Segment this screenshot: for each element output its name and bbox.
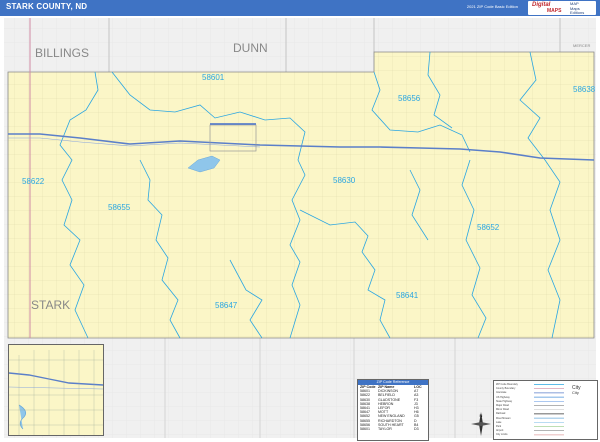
legend-item: Minor Road	[496, 408, 509, 412]
legend-item: State Highway	[496, 399, 513, 403]
legend-item: Interstate	[496, 391, 507, 395]
legend-item: River/Stream	[496, 416, 511, 420]
brand-logo[interactable]: Digital MAPS MAP Maps Editions	[528, 1, 596, 15]
legend-city-label-2: City	[572, 390, 579, 395]
zip-label-58655[interactable]: 58655	[108, 203, 131, 212]
zip-label-58630[interactable]: 58630	[333, 176, 356, 185]
county-label-dunn: DUNN	[233, 41, 268, 55]
logo-line-3: Editions	[570, 10, 585, 15]
legend-item: Park	[496, 425, 502, 428]
zip-label-58647[interactable]: 58647	[215, 301, 238, 310]
edition-label: 2021 ZIP Code Basic Edition	[466, 4, 518, 9]
map-legend: ZIP Code Boundary County Boundary Intersta…	[493, 380, 598, 440]
zip-cell-loc: D3	[414, 427, 419, 432]
legend-item: Lake	[496, 420, 502, 424]
legend-item: County Boundary	[496, 387, 516, 391]
page-title: STARK COUNTY, ND	[6, 2, 88, 11]
legend-item: Railroad	[496, 412, 506, 416]
zip-label-58656[interactable]: 58656	[398, 94, 421, 103]
zip-label-58601[interactable]: 58601	[202, 73, 225, 82]
table-row: 58601 TAYLOR D3	[358, 427, 428, 431]
compass-north-label: N	[480, 413, 483, 418]
logo-right-text: MAP Maps Editions	[570, 1, 585, 16]
zip-label-58638[interactable]: 58638	[573, 85, 596, 94]
legend-item: ZIP Code Boundary	[496, 383, 518, 386]
county-label-billings: BILLINGS	[35, 46, 89, 60]
compass-rose: N	[469, 410, 493, 438]
zip-cell-code: 58601	[360, 427, 370, 432]
county-label-mercer: MERCER	[573, 43, 590, 48]
county-grid	[8, 52, 594, 338]
legend-item: US Highway	[496, 395, 510, 399]
legend-item: City Limits	[496, 433, 508, 437]
zip-label-58652[interactable]: 58652	[477, 223, 500, 232]
inset-map[interactable]	[8, 344, 104, 436]
county-label-stark: STARK	[31, 298, 70, 312]
zip-code-table: ZIP Code Reference ZIP Code ZIP Name LOC…	[357, 379, 429, 441]
zip-label-58622[interactable]: 58622	[22, 177, 45, 186]
zip-label-58641[interactable]: 58641	[396, 291, 419, 300]
compass-icon: N	[471, 412, 491, 436]
zip-cell-name: TAYLOR	[378, 427, 392, 432]
zip-table-rows: 58601 DICKINSON A7 58622 BELFIELD A3 58630 GLAD…	[358, 389, 428, 431]
header-bar: STARK COUNTY, ND 2021 ZIP Code Basic Edi…	[0, 0, 600, 16]
inset-svg	[9, 350, 103, 435]
legend-item: Major Road	[496, 404, 509, 407]
legend-item: Airport	[496, 429, 504, 433]
logo-maps-text: MAPS	[547, 8, 562, 14]
